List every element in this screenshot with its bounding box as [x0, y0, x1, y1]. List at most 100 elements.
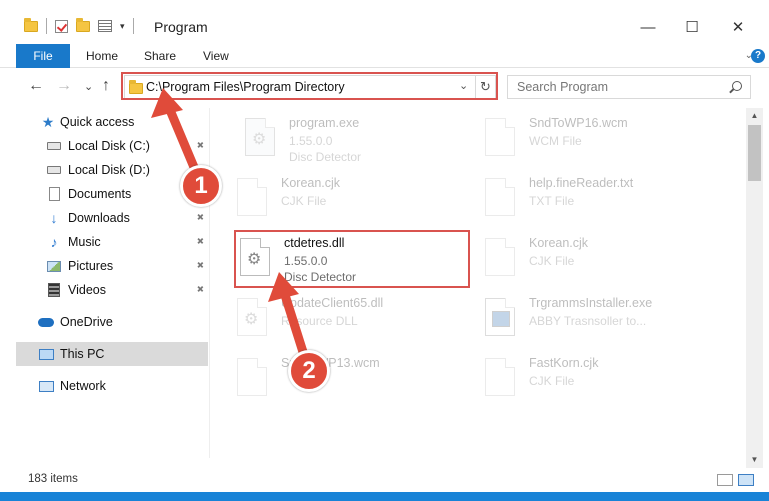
sidebar-item-network[interactable]: Network: [16, 374, 208, 398]
back-button[interactable]: ←: [28, 77, 44, 95]
sidebar-item-this-pc[interactable]: This PC: [16, 342, 208, 366]
file-type: ABBY Trasnsoller to...: [529, 314, 647, 328]
help-icon[interactable]: ?: [751, 49, 765, 63]
up-button[interactable]: ↑: [102, 77, 110, 95]
file-highlight-box: [234, 230, 470, 288]
properties-check-icon[interactable]: [55, 19, 68, 33]
file-item[interactable]: program.exe 1.55.0.0 Disc Detector: [241, 110, 476, 168]
forward-button[interactable]: →: [56, 77, 72, 95]
step-2-badge: 2: [288, 350, 330, 392]
scroll-thumb[interactable]: [748, 125, 761, 181]
drive-icon: [46, 139, 62, 153]
title-bar: ▾ Program — ☐ ✕: [0, 0, 769, 44]
file-item[interactable]: UpdateClient65.dll Resource DLL: [233, 290, 468, 348]
toolbar-dropdown-icon[interactable]: ▾: [120, 21, 125, 32]
dll-gear-icon: [237, 298, 267, 336]
tab-home[interactable]: Home: [86, 44, 118, 68]
file-item[interactable]: Korean.cjk CJK File: [481, 230, 716, 288]
navigation-pane: ★ Quick access Local Disk (C:) ✚ Local D…: [0, 108, 210, 458]
file-item[interactable]: SndToWP16.wcm WCM File: [481, 110, 716, 168]
sidebar-item-onedrive[interactable]: OneDrive: [16, 310, 208, 334]
ribbon-tabs: File Home Share View ⌄ ?: [0, 44, 769, 68]
file-icon: [237, 178, 267, 216]
customize-toolbar-icon[interactable]: [98, 20, 112, 32]
sidebar-item-label: Pictures: [68, 259, 114, 273]
sidebar-item-pictures[interactable]: Pictures ✚: [16, 254, 208, 278]
window-title: Program: [154, 19, 208, 35]
minimize-button[interactable]: —: [628, 14, 668, 40]
search-input[interactable]: Search Program: [507, 75, 751, 99]
window-bottom-edge: [0, 492, 769, 501]
network-icon: [38, 379, 54, 393]
tab-view[interactable]: View: [203, 44, 229, 68]
sidebar-item-label: Local Disk (D:): [68, 163, 150, 177]
sidebar-item-videos[interactable]: Videos ✚: [16, 278, 208, 302]
sidebar-item-downloads[interactable]: ↓ Downloads ✚: [16, 206, 208, 230]
tab-file[interactable]: File: [16, 44, 70, 68]
sidebar-item-label: Music: [68, 235, 101, 249]
file-name: Korean.cjk: [281, 176, 341, 190]
file-item[interactable]: help.fineReader.txt TXT File: [481, 170, 716, 228]
file-name: TrgrammsInstaller.exe: [529, 296, 653, 310]
star-icon: ★: [41, 113, 55, 130]
file-item[interactable]: FastKorn.cjk CJK File: [481, 350, 716, 408]
vertical-scrollbar[interactable]: ▲ ▼: [746, 108, 763, 468]
pin-icon: ✚: [193, 282, 207, 296]
sidebar-item-label: Documents: [68, 187, 132, 201]
sidebar-item-label: Local Disk (C:): [68, 139, 150, 153]
large-icons-view-icon[interactable]: [738, 474, 754, 486]
file-type: CJK File: [529, 374, 575, 388]
file-item[interactable]: Korean.cjk CJK File: [233, 170, 468, 228]
window-icon: [485, 298, 515, 336]
item-count: 183 items: [28, 473, 78, 485]
toolbar-divider: [132, 18, 134, 34]
file-name: program.exe: [289, 116, 360, 130]
file-description: Disc Detector: [289, 150, 362, 164]
pin-icon: ✚: [193, 138, 207, 152]
new-folder-icon[interactable]: [76, 17, 90, 32]
file-item[interactable]: TrgrammsInstaller.exe ABBY Trasnsoller t…: [481, 290, 716, 348]
file-icon: [485, 238, 515, 276]
file-type: CJK File: [281, 194, 327, 208]
status-bar: 183 items: [0, 468, 769, 492]
recent-locations-button[interactable]: ⌄: [84, 80, 93, 93]
drive-icon: [46, 163, 62, 177]
sidebar-item-label: Quick access: [60, 115, 135, 129]
file-icon: [485, 358, 515, 396]
sidebar-item-local-disk-d[interactable]: Local Disk (D:): [16, 158, 208, 182]
search-placeholder: Search Program: [517, 80, 609, 94]
maximize-button[interactable]: ☐: [672, 14, 712, 40]
document-icon: [46, 187, 62, 201]
sidebar-item-music[interactable]: ♪ Music ✚: [16, 230, 208, 254]
sidebar-item-label: This PC: [60, 347, 105, 361]
close-button[interactable]: ✕: [718, 14, 758, 40]
sidebar-item-label: Videos: [68, 283, 106, 297]
file-name: Korean.cjk: [529, 236, 589, 250]
step-1-badge: 1: [180, 165, 222, 207]
search-icon[interactable]: [732, 81, 742, 91]
file-icon: [237, 358, 267, 396]
file-type: TXT File: [529, 194, 575, 208]
video-icon: [46, 283, 62, 297]
scroll-down-icon[interactable]: ▼: [746, 452, 763, 468]
exe-icon: [245, 118, 275, 156]
details-view-icon[interactable]: [717, 474, 733, 486]
file-name: FastKorn.cjk: [529, 356, 599, 370]
file-item[interactable]: SndToWP13.wcm: [233, 350, 468, 408]
quick-access-toolbar: ▾: [24, 17, 134, 34]
sidebar-item-quick-access[interactable]: ★ Quick access: [16, 110, 208, 134]
file-type: WCM File: [529, 134, 582, 148]
music-icon: ♪: [50, 234, 58, 250]
file-icon: [485, 178, 515, 216]
file-type: Resource DLL: [281, 314, 358, 328]
tab-share[interactable]: Share: [144, 44, 176, 68]
scroll-up-icon[interactable]: ▲: [746, 108, 763, 124]
file-type: CJK File: [529, 254, 575, 268]
file-name: help.fineReader.txt: [529, 176, 634, 190]
sidebar-item-label: OneDrive: [60, 315, 113, 329]
file-icon: [485, 118, 515, 156]
file-name: UpdateClient65.dll: [281, 296, 384, 310]
folder-icon: [24, 17, 38, 32]
pin-icon: ✚: [193, 234, 207, 248]
sidebar-item-local-disk-c[interactable]: Local Disk (C:) ✚: [16, 134, 208, 158]
